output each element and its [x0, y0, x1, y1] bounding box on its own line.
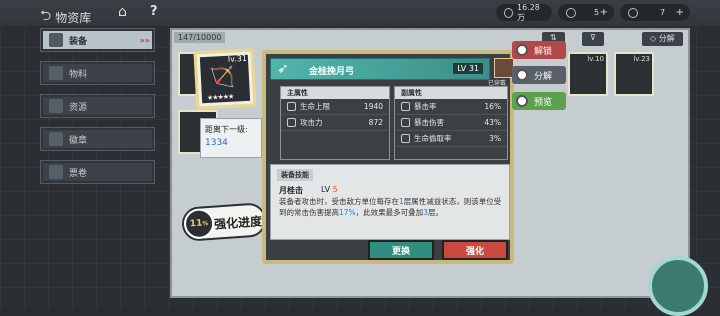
crit-damage-icon	[401, 118, 410, 127]
top-bar: ⮌ 物资库 ⌂ ? 16.28万 5 + 7 +	[0, 0, 720, 26]
owner-avatar[interactable]	[494, 58, 514, 78]
resources-icon	[49, 99, 63, 113]
upgrade-button[interactable]: 强化	[442, 240, 508, 260]
stat-row: 暴击率 16%	[395, 99, 507, 115]
stat-row: 攻击力 872	[281, 115, 389, 131]
preview-button[interactable]: 预览	[512, 92, 566, 110]
badges-icon	[49, 132, 63, 146]
equipment-name: 金桂挽月弓	[309, 67, 355, 77]
active-marker: »»	[139, 35, 150, 45]
equipment-detail-panel: ➶ 金桂挽月弓 LV 31 已穿戴 主属性 生命上限 1940 攻击力 872 …	[262, 50, 514, 264]
tickets-icon	[49, 165, 63, 179]
resource-keys: 7 +	[620, 4, 690, 21]
progress-label: 强化进度	[213, 214, 263, 232]
coin-icon	[504, 7, 513, 18]
decompose-icon	[516, 69, 528, 81]
equipment-icon	[49, 33, 63, 47]
card-level: lv.31	[227, 53, 248, 64]
inventory-count: 147/10000	[174, 32, 226, 43]
swap-button[interactable]: 更换	[368, 240, 434, 260]
bow-icon: 🏹	[209, 64, 236, 90]
sidebar-item-equipment[interactable]: 装备 »»	[40, 28, 155, 52]
skill-level: LV 5	[321, 185, 338, 194]
selected-equipment-card[interactable]: lv.31 🏹 ★★★★★	[193, 48, 257, 110]
stat-row: 生命偷取率 3%	[395, 131, 507, 147]
main-stats-panel: 主属性 生命上限 1940 攻击力 872	[280, 86, 390, 160]
preview-icon	[516, 95, 528, 107]
add-tickets-icon[interactable]: +	[600, 7, 608, 18]
next-level-box: 距离下一级: 1334	[200, 118, 262, 158]
materials-icon	[49, 66, 63, 80]
sword-icon	[287, 118, 296, 127]
sub-stats-panel: 副属性 暴击率 16% 暴击伤害 43% 生命偷取率 3%	[394, 86, 508, 160]
sidebar: 装备 »» 物料 资源 徽章 票卷	[40, 28, 155, 193]
upgrade-progress-badge: 11% 强化进度	[180, 202, 268, 242]
confirm-dial[interactable]	[648, 256, 708, 316]
home-icon[interactable]: ⌂	[118, 4, 127, 20]
skill-description: 装备者攻击时，受击敌方单位每存在1层属性减益状态，则该单位受到的常击伤害提高17…	[279, 197, 502, 217]
ticket-icon	[566, 7, 576, 18]
detail-header: ➶ 金桂挽月弓 LV 31	[270, 58, 490, 80]
resource-tickets: 5 +	[558, 4, 614, 21]
sub-stats-title: 副属性	[395, 87, 507, 99]
add-keys-icon[interactable]: +	[676, 7, 684, 18]
equipment-skill-panel: 装备技能 月桂击 LV 5 装备者攻击时，受击敌方单位每存在1层属性减益状态，则…	[270, 164, 510, 240]
decompose-icon: ◇	[650, 34, 657, 43]
equipment-level: LV 31	[453, 63, 483, 74]
inventory-slot[interactable]: lv.10	[568, 52, 608, 96]
main-stats-title: 主属性	[281, 87, 389, 99]
page-title: 物资库	[55, 10, 92, 25]
sidebar-item-materials[interactable]: 物料	[40, 61, 155, 85]
unlock-button[interactable]: 解锁	[512, 41, 566, 59]
stat-row: 生命上限 1940	[281, 99, 389, 115]
back-arrow-icon: ⮌	[40, 8, 52, 24]
inventory-slot[interactable]: lv.23	[614, 52, 654, 96]
inventory-decompose-button[interactable]: ◇ 分解	[642, 32, 683, 46]
resource-coins: 16.28万	[496, 3, 552, 22]
star-rating: ★★★★★	[206, 92, 234, 102]
skill-title: 装备技能	[277, 169, 313, 181]
bow-icon: ➶	[277, 61, 289, 77]
filter-icon[interactable]: ⊽	[582, 32, 604, 46]
crit-rate-icon	[401, 102, 410, 111]
help-icon[interactable]: ?	[150, 4, 158, 19]
next-level-exp: 1334	[205, 138, 228, 148]
lock-icon	[516, 44, 528, 56]
progress-circle: 11%	[183, 207, 216, 240]
sidebar-item-badges[interactable]: 徽章	[40, 127, 155, 151]
sidebar-item-tickets[interactable]: 票卷	[40, 160, 155, 184]
skill-name: 月桂击	[279, 186, 303, 195]
lifesteal-icon	[401, 134, 410, 143]
key-icon	[628, 7, 638, 18]
decompose-button[interactable]: 分解	[512, 66, 566, 84]
heart-icon	[287, 102, 296, 111]
stat-row: 暴击伤害 43%	[395, 115, 507, 131]
back-button[interactable]: ⮌ 物资库	[40, 5, 91, 29]
sidebar-item-resources[interactable]: 资源	[40, 94, 155, 118]
